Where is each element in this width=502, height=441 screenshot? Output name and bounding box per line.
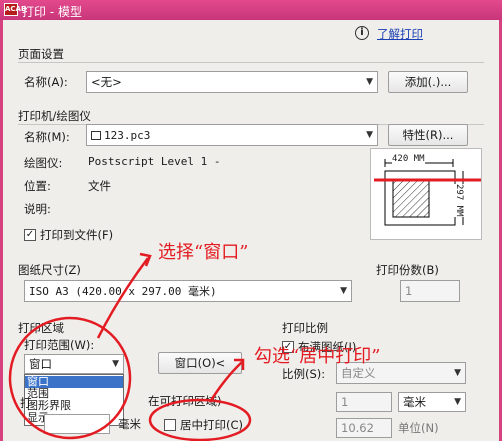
annotation-check-center: 勾选“居中打印” bbox=[254, 346, 381, 367]
arrow-to-select-window bbox=[96, 257, 149, 339]
plot-area-highlight bbox=[8, 316, 132, 440]
center-plot-highlight bbox=[148, 398, 252, 441]
annotation-select-window: 选择“窗口” bbox=[158, 242, 249, 263]
arrow-to-center-plot bbox=[208, 361, 243, 403]
annotation-overlay bbox=[8, 252, 252, 441]
